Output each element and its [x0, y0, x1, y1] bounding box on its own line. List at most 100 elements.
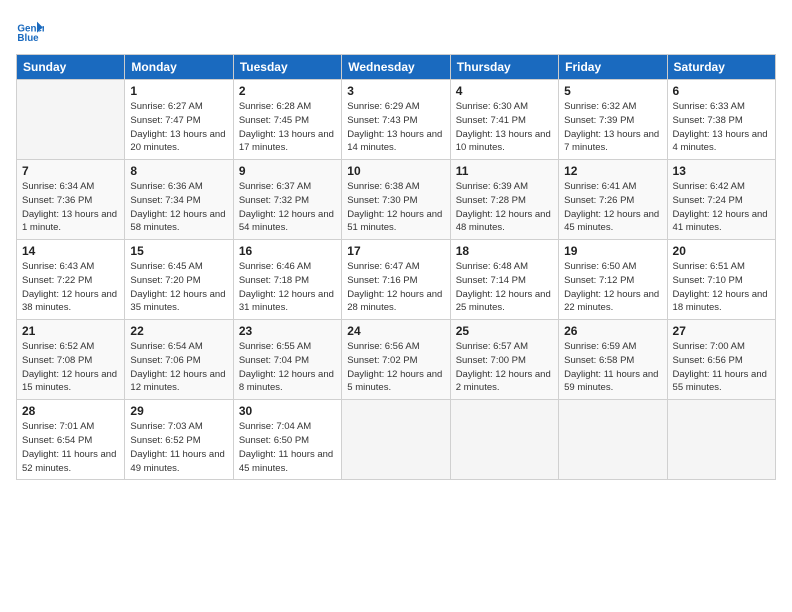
- day-info: Sunrise: 6:27 AMSunset: 7:47 PMDaylight:…: [130, 100, 227, 155]
- day-info: Sunrise: 6:45 AMSunset: 7:20 PMDaylight:…: [130, 260, 227, 315]
- day-number: 22: [130, 324, 227, 338]
- day-number: 25: [456, 324, 553, 338]
- day-info: Sunrise: 6:34 AMSunset: 7:36 PMDaylight:…: [22, 180, 119, 235]
- day-number: 14: [22, 244, 119, 258]
- calendar-cell: [17, 80, 125, 160]
- calendar-cell: 28 Sunrise: 7:01 AMSunset: 6:54 PMDayligh…: [17, 400, 125, 480]
- day-number: 16: [239, 244, 336, 258]
- svg-text:Blue: Blue: [17, 33, 39, 44]
- calendar-week-row: 21 Sunrise: 6:52 AMSunset: 7:08 PMDayligh…: [17, 320, 776, 400]
- day-info: Sunrise: 6:48 AMSunset: 7:14 PMDaylight:…: [456, 260, 553, 315]
- day-number: 24: [347, 324, 444, 338]
- page: General Blue SundayMondayTuesdayWednesda…: [0, 0, 792, 612]
- day-number: 17: [347, 244, 444, 258]
- day-number: 28: [22, 404, 119, 418]
- calendar-header-row: SundayMondayTuesdayWednesdayThursdayFrid…: [17, 55, 776, 80]
- day-number: 12: [564, 164, 661, 178]
- day-info: Sunrise: 6:47 AMSunset: 7:16 PMDaylight:…: [347, 260, 444, 315]
- day-info: Sunrise: 6:29 AMSunset: 7:43 PMDaylight:…: [347, 100, 444, 155]
- calendar-cell: 25 Sunrise: 6:57 AMSunset: 7:00 PMDayligh…: [450, 320, 558, 400]
- day-number: 30: [239, 404, 336, 418]
- day-info: Sunrise: 6:55 AMSunset: 7:04 PMDaylight:…: [239, 340, 336, 395]
- weekday-header: Monday: [125, 55, 233, 80]
- calendar-cell: 8 Sunrise: 6:36 AMSunset: 7:34 PMDaylight…: [125, 160, 233, 240]
- calendar-cell: 11 Sunrise: 6:39 AMSunset: 7:28 PMDayligh…: [450, 160, 558, 240]
- day-info: Sunrise: 6:59 AMSunset: 6:58 PMDaylight:…: [564, 340, 661, 395]
- day-info: Sunrise: 7:03 AMSunset: 6:52 PMDaylight:…: [130, 420, 227, 475]
- calendar-cell: 27 Sunrise: 7:00 AMSunset: 6:56 PMDayligh…: [667, 320, 775, 400]
- day-info: Sunrise: 7:00 AMSunset: 6:56 PMDaylight:…: [673, 340, 770, 395]
- day-number: 8: [130, 164, 227, 178]
- day-number: 5: [564, 84, 661, 98]
- day-number: 1: [130, 84, 227, 98]
- day-info: Sunrise: 6:37 AMSunset: 7:32 PMDaylight:…: [239, 180, 336, 235]
- day-info: Sunrise: 6:33 AMSunset: 7:38 PMDaylight:…: [673, 100, 770, 155]
- calendar-cell: 14 Sunrise: 6:43 AMSunset: 7:22 PMDayligh…: [17, 240, 125, 320]
- day-number: 2: [239, 84, 336, 98]
- day-number: 15: [130, 244, 227, 258]
- day-info: Sunrise: 6:30 AMSunset: 7:41 PMDaylight:…: [456, 100, 553, 155]
- day-number: 4: [456, 84, 553, 98]
- header: General Blue: [16, 16, 776, 44]
- day-info: Sunrise: 7:01 AMSunset: 6:54 PMDaylight:…: [22, 420, 119, 475]
- day-number: 13: [673, 164, 770, 178]
- day-info: Sunrise: 6:39 AMSunset: 7:28 PMDaylight:…: [456, 180, 553, 235]
- day-number: 20: [673, 244, 770, 258]
- day-info: Sunrise: 6:57 AMSunset: 7:00 PMDaylight:…: [456, 340, 553, 395]
- day-number: 19: [564, 244, 661, 258]
- calendar-cell: 13 Sunrise: 6:42 AMSunset: 7:24 PMDayligh…: [667, 160, 775, 240]
- calendar-cell: 24Sunrise: 6:56 AMSunset: 7:02 PMDayligh…: [342, 320, 450, 400]
- calendar-cell: 26 Sunrise: 6:59 AMSunset: 6:58 PMDayligh…: [559, 320, 667, 400]
- day-number: 9: [239, 164, 336, 178]
- day-info: Sunrise: 6:54 AMSunset: 7:06 PMDaylight:…: [130, 340, 227, 395]
- day-number: 11: [456, 164, 553, 178]
- day-number: 26: [564, 324, 661, 338]
- calendar-cell: [667, 400, 775, 480]
- day-info: Sunrise: 6:38 AMSunset: 7:30 PMDaylight:…: [347, 180, 444, 235]
- calendar-week-row: 7 Sunrise: 6:34 AMSunset: 7:36 PMDaylight…: [17, 160, 776, 240]
- weekday-header: Tuesday: [233, 55, 341, 80]
- calendar-cell: 1 Sunrise: 6:27 AMSunset: 7:47 PMDaylight…: [125, 80, 233, 160]
- calendar-cell: 17 Sunrise: 6:47 AMSunset: 7:16 PMDayligh…: [342, 240, 450, 320]
- calendar-cell: 9 Sunrise: 6:37 AMSunset: 7:32 PMDaylight…: [233, 160, 341, 240]
- calendar-cell: 16 Sunrise: 6:46 AMSunset: 7:18 PMDayligh…: [233, 240, 341, 320]
- calendar-cell: [450, 400, 558, 480]
- weekday-header: Sunday: [17, 55, 125, 80]
- calendar-week-row: 28 Sunrise: 7:01 AMSunset: 6:54 PMDayligh…: [17, 400, 776, 480]
- calendar-cell: 21 Sunrise: 6:52 AMSunset: 7:08 PMDayligh…: [17, 320, 125, 400]
- weekday-header: Friday: [559, 55, 667, 80]
- logo: General Blue: [16, 16, 48, 44]
- day-number: 7: [22, 164, 119, 178]
- calendar-cell: 29 Sunrise: 7:03 AMSunset: 6:52 PMDayligh…: [125, 400, 233, 480]
- day-info: Sunrise: 6:51 AMSunset: 7:10 PMDaylight:…: [673, 260, 770, 315]
- day-info: Sunrise: 6:28 AMSunset: 7:45 PMDaylight:…: [239, 100, 336, 155]
- day-info: Sunrise: 6:32 AMSunset: 7:39 PMDaylight:…: [564, 100, 661, 155]
- day-info: Sunrise: 6:46 AMSunset: 7:18 PMDaylight:…: [239, 260, 336, 315]
- day-number: 29: [130, 404, 227, 418]
- day-info: Sunrise: 6:50 AMSunset: 7:12 PMDaylight:…: [564, 260, 661, 315]
- calendar-cell: 23 Sunrise: 6:55 AMSunset: 7:04 PMDayligh…: [233, 320, 341, 400]
- calendar-cell: 18Sunrise: 6:48 AMSunset: 7:14 PMDayligh…: [450, 240, 558, 320]
- calendar-cell: [342, 400, 450, 480]
- calendar-cell: 2 Sunrise: 6:28 AMSunset: 7:45 PMDaylight…: [233, 80, 341, 160]
- calendar-cell: 3 Sunrise: 6:29 AMSunset: 7:43 PMDaylight…: [342, 80, 450, 160]
- day-number: 21: [22, 324, 119, 338]
- day-number: 10: [347, 164, 444, 178]
- day-number: 27: [673, 324, 770, 338]
- day-info: Sunrise: 6:52 AMSunset: 7:08 PMDaylight:…: [22, 340, 119, 395]
- day-info: Sunrise: 6:43 AMSunset: 7:22 PMDaylight:…: [22, 260, 119, 315]
- calendar-cell: 30Sunrise: 7:04 AMSunset: 6:50 PMDayligh…: [233, 400, 341, 480]
- calendar-cell: 20 Sunrise: 6:51 AMSunset: 7:10 PMDayligh…: [667, 240, 775, 320]
- weekday-header: Thursday: [450, 55, 558, 80]
- day-number: 23: [239, 324, 336, 338]
- calendar-cell: 10 Sunrise: 6:38 AMSunset: 7:30 PMDayligh…: [342, 160, 450, 240]
- calendar-cell: 6 Sunrise: 6:33 AMSunset: 7:38 PMDaylight…: [667, 80, 775, 160]
- day-number: 6: [673, 84, 770, 98]
- weekday-header: Wednesday: [342, 55, 450, 80]
- calendar-table: SundayMondayTuesdayWednesdayThursdayFrid…: [16, 54, 776, 480]
- calendar-cell: 12Sunrise: 6:41 AMSunset: 7:26 PMDayligh…: [559, 160, 667, 240]
- day-info: Sunrise: 6:42 AMSunset: 7:24 PMDaylight:…: [673, 180, 770, 235]
- day-number: 3: [347, 84, 444, 98]
- day-info: Sunrise: 6:36 AMSunset: 7:34 PMDaylight:…: [130, 180, 227, 235]
- logo-icon: General Blue: [16, 16, 44, 44]
